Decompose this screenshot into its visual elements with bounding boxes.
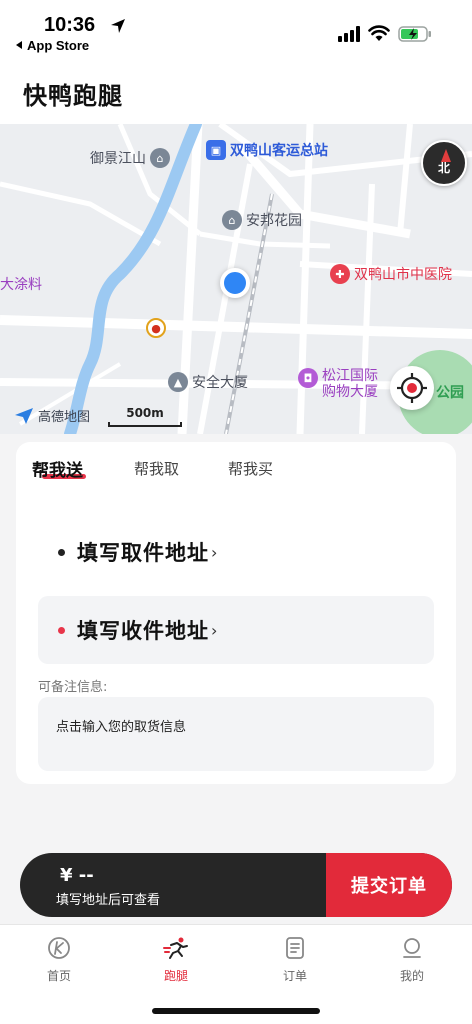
nav-profile-label: 我的 (399, 969, 424, 983)
chevron-right-icon: › (211, 542, 218, 562)
back-app-label: App Store (27, 38, 90, 53)
submit-bar: ¥ -- 填写地址后可查看 提交订单 (20, 853, 452, 917)
poi-anbang-label: 安邦花园 (246, 213, 302, 229)
poi-hospital-label: 双鸭山市中医院 (354, 267, 452, 283)
nav-home-label: 首页 (46, 969, 71, 983)
runner-icon (163, 937, 188, 959)
poi-hospital[interactable]: ✚ 双鸭山市中医院 (330, 264, 452, 284)
building-pin-icon: ▲ (168, 372, 188, 392)
submit-order-button[interactable]: 提交订单 (326, 853, 452, 917)
bus-pin-icon: ▣ (206, 140, 226, 160)
status-time: 10:36 (44, 14, 96, 36)
note-input[interactable]: 点击输入您的取货信息 (38, 697, 434, 771)
map-view[interactable]: 御景江山 ⌂ ▣ 双鸭山客运总站 ⌂ 安邦花园 ✚ 双鸭山市中医院 大涂料 ● … (0, 124, 472, 434)
pickup-address-label: 填写取件地址 (77, 541, 209, 565)
residence-pin-icon: ⌂ (150, 148, 170, 168)
home-k-icon (48, 937, 70, 959)
chevron-right-icon: › (211, 620, 218, 640)
map-scale: 500m (108, 406, 182, 427)
nav-errand-label: 跑腿 (163, 969, 188, 983)
order-card: 帮我送 帮我取 帮我买 填写取件地址 › 填写收件地址 › 可备注信息: 点击输… (16, 442, 456, 784)
nav-orders-label: 订单 (282, 969, 307, 983)
tab-buy[interactable]: 帮我买 (228, 458, 273, 479)
tab-send[interactable]: 帮我送 (32, 456, 83, 481)
current-location-dot (220, 268, 250, 298)
delivery-address-label: 填写收件地址 (77, 619, 209, 643)
nav-profile[interactable]: 我的 (372, 935, 452, 984)
hospital-pin-icon: ✚ (330, 264, 350, 284)
relocate-button[interactable] (390, 366, 434, 410)
poi-tuliao-label: 大涂料 (0, 277, 42, 293)
tab-pickup[interactable]: 帮我取 (134, 458, 179, 479)
nav-orders[interactable]: 订单 (255, 935, 335, 984)
poi-anbang[interactable]: ⌂ 安邦花园 (222, 210, 302, 230)
note-label: 可备注信息: (38, 680, 108, 695)
poi-yujing-label: 御景江山 (90, 151, 146, 167)
poi-park-label: 公园 (436, 385, 464, 401)
back-triangle-icon (16, 41, 22, 49)
status-bar: 10:36 App Store (0, 0, 472, 62)
poi-tuliao[interactable]: 大涂料 (0, 274, 42, 294)
residence-pin-icon: ⌂ (222, 210, 242, 230)
price-value: ¥ -- (60, 865, 94, 886)
wifi-icon (368, 25, 390, 41)
location-arrow-icon (111, 19, 125, 33)
compass-button[interactable]: 北 (421, 140, 467, 186)
amap-logo-text: 高德地图 (38, 410, 91, 425)
poi-bus-station-label: 双鸭山客运总站 (230, 143, 328, 159)
poi-songjiang-label-1: 松江国际 (322, 368, 378, 384)
poi-songjiang[interactable]: ◘ 松江国际 购物大厦 (298, 368, 378, 400)
back-to-app-store-link[interactable]: App Store (16, 38, 89, 53)
poi-gas-station[interactable]: ● (146, 318, 170, 338)
gas-station-pin-icon: ● (146, 318, 166, 338)
battery-charging-icon (398, 26, 431, 42)
pickup-dot (58, 548, 65, 556)
pickup-address-row[interactable]: 填写取件地址 › (38, 518, 434, 586)
nav-errand[interactable]: 跑腿 (136, 935, 216, 984)
delivery-dot (58, 626, 65, 634)
poi-anquan-label: 安全大厦 (192, 375, 248, 391)
locate-target-icon (397, 373, 427, 403)
home-indicator (152, 1008, 320, 1014)
app-header: 快鸭跑腿 (0, 62, 472, 124)
price-hint: 填写地址后可查看 (56, 893, 161, 908)
order-list-icon (286, 937, 304, 959)
poi-songjiang-label-2: 购物大厦 (322, 384, 378, 400)
map-scale-label: 500m (126, 406, 164, 420)
delivery-address-row[interactable]: 填写收件地址 › (38, 596, 434, 664)
shopping-pin-icon: ◘ (298, 368, 318, 388)
page-title: 快鸭跑腿 (23, 82, 123, 110)
poi-anquan[interactable]: ▲ 安全大厦 (168, 372, 248, 392)
cellular-signal-icon (338, 26, 360, 42)
profile-icon (403, 938, 421, 958)
poi-yujing[interactable]: 御景江山 ⌂ (90, 148, 170, 168)
amap-logo: 高德地图 (14, 406, 90, 425)
map-scale-bar (108, 422, 182, 427)
amap-arrow-icon (15, 407, 33, 424)
compass-needle-icon (441, 149, 451, 162)
nav-home[interactable]: 首页 (19, 935, 99, 984)
poi-bus-station[interactable]: ▣ 双鸭山客运总站 (206, 140, 328, 160)
